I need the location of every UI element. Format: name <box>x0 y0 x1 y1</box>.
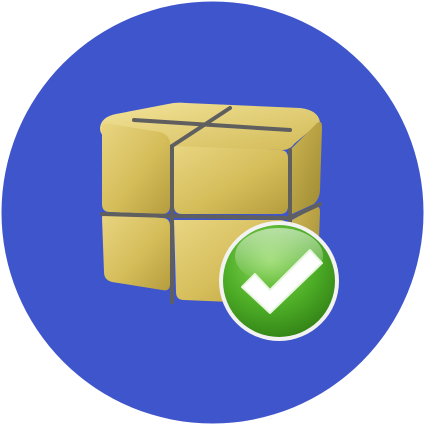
checkmark-badge <box>219 221 339 341</box>
package-installed-icon <box>1 1 424 424</box>
app-icon-canvas <box>0 0 425 425</box>
